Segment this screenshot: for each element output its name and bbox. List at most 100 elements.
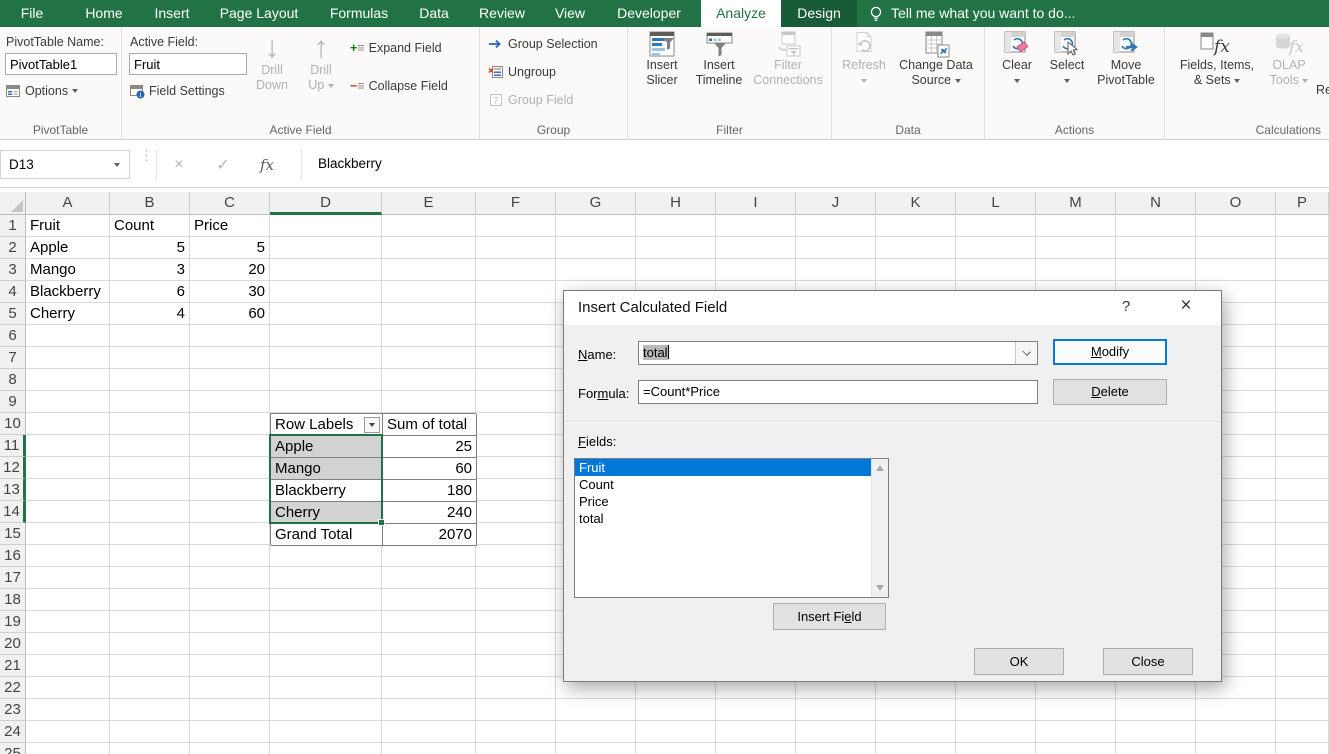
formula-bar-content[interactable]: Blackberry: [318, 141, 382, 188]
tab-home[interactable]: Home: [72, 0, 136, 27]
pivot-row-value-5[interactable]: 2070: [383, 524, 477, 546]
column-header-P[interactable]: P: [1276, 192, 1329, 215]
cell-A1[interactable]: Fruit: [26, 215, 110, 237]
pivottable-name-input[interactable]: [5, 53, 117, 75]
cell-C3[interactable]: 20: [190, 259, 270, 281]
column-header-K[interactable]: K: [876, 192, 956, 215]
row-header-18[interactable]: 18: [0, 589, 26, 611]
cell-B3[interactable]: 3: [110, 259, 190, 281]
scroll-down-icon[interactable]: [876, 585, 884, 591]
fields-items-sets-button[interactable]: fx Fields, Items,& Sets: [1173, 31, 1261, 88]
list-item-fruit[interactable]: Fruit: [575, 459, 871, 476]
cell-C2[interactable]: 5: [190, 237, 270, 259]
column-header-J[interactable]: J: [796, 192, 876, 215]
cell-B1[interactable]: Count: [110, 215, 190, 237]
column-header-E[interactable]: E: [382, 192, 476, 215]
tab-formulas[interactable]: Formulas: [316, 0, 402, 27]
row-labels-filter-button[interactable]: [364, 417, 380, 433]
column-header-C[interactable]: C: [190, 192, 270, 215]
name-combo-dropdown[interactable]: [1015, 342, 1037, 364]
row-header-19[interactable]: 19: [0, 611, 26, 633]
row-header-25[interactable]: 25: [0, 743, 26, 754]
help-icon[interactable]: ?: [1111, 291, 1141, 323]
expand-field-button[interactable]: +≡ Expand Field: [350, 41, 442, 55]
close-icon[interactable]: ×: [1171, 291, 1201, 321]
cell-C1[interactable]: Price: [190, 215, 270, 237]
formula-bar-resizer[interactable]: ⋮: [139, 151, 154, 160]
pivot-row-label-4[interactable]: Cherry: [271, 502, 383, 524]
insert-timeline-button[interactable]: InsertTimeline: [690, 31, 748, 88]
cell-B2[interactable]: 5: [110, 237, 190, 259]
drill-down-button[interactable]: ↓ DrillDown: [250, 33, 294, 93]
select-all-corner[interactable]: [0, 192, 26, 215]
name-combo[interactable]: total: [638, 341, 1038, 365]
pivot-row-value-1[interactable]: 25: [383, 436, 477, 458]
pivot-row-label-1[interactable]: Apple: [271, 436, 383, 458]
pivot-row-value-3[interactable]: 180: [383, 480, 477, 502]
ok-button[interactable]: OK: [974, 648, 1064, 675]
insert-field-button[interactable]: Insert Field: [773, 603, 886, 630]
pivot-row-value-2[interactable]: 60: [383, 458, 477, 480]
row-header-21[interactable]: 21: [0, 655, 26, 677]
row-header-10[interactable]: 10: [0, 413, 26, 435]
row-header-23[interactable]: 23: [0, 699, 26, 721]
change-data-source-button[interactable]: Change DataSource: [890, 31, 982, 88]
pivot-row-value-4[interactable]: 240: [383, 502, 477, 524]
row-header-14[interactable]: 14: [0, 501, 26, 523]
pivot-header-sum-of-total[interactable]: Sum of total: [383, 414, 477, 436]
pivot-row-label-2[interactable]: Mango: [271, 458, 383, 480]
tab-page-layout[interactable]: Page Layout: [208, 0, 310, 27]
row-header-3[interactable]: 3: [0, 259, 26, 281]
column-header-I[interactable]: I: [716, 192, 796, 215]
list-item-count[interactable]: Count: [575, 476, 871, 493]
cell-B4[interactable]: 6: [110, 281, 190, 303]
cell-A5[interactable]: Cherry: [26, 303, 110, 325]
column-header-O[interactable]: O: [1196, 192, 1276, 215]
row-header-12[interactable]: 12: [0, 457, 26, 479]
name-box[interactable]: D13: [0, 150, 130, 179]
insert-function-icon[interactable]: fx: [245, 156, 289, 174]
row-header-15[interactable]: 15: [0, 523, 26, 545]
tab-design[interactable]: Design: [781, 0, 857, 27]
filter-connections-button[interactable]: FilterConnections: [748, 31, 828, 88]
cell-A2[interactable]: Apple: [26, 237, 110, 259]
tab-analyze[interactable]: Analyze: [701, 0, 781, 27]
row-header-8[interactable]: 8: [0, 369, 26, 391]
active-field-input[interactable]: [129, 53, 247, 75]
options-button[interactable]: Options: [5, 83, 78, 99]
dialog-title-bar[interactable]: Insert Calculated Field ? ×: [564, 291, 1221, 325]
column-header-D[interactable]: D: [270, 192, 382, 215]
clear-button[interactable]: Clear: [993, 31, 1041, 88]
cancel-icon[interactable]: ×: [157, 156, 201, 174]
formula-input[interactable]: =Count*Price: [638, 380, 1038, 404]
row-header-2[interactable]: 2: [0, 237, 26, 259]
pivot-header-row-labels[interactable]: Row Labels: [271, 414, 383, 436]
row-header-13[interactable]: 13: [0, 479, 26, 501]
cell-A4[interactable]: Blackberry: [26, 281, 110, 303]
column-header-M[interactable]: M: [1036, 192, 1116, 215]
column-header-N[interactable]: N: [1116, 192, 1196, 215]
cell-B5[interactable]: 4: [110, 303, 190, 325]
pivot-row-label-5[interactable]: Grand Total: [271, 524, 383, 546]
ungroup-button[interactable]: Ungroup: [488, 65, 556, 79]
row-header-17[interactable]: 17: [0, 567, 26, 589]
tab-file[interactable]: File: [4, 0, 60, 27]
listbox-scrollbar[interactable]: [871, 459, 888, 597]
cell-C4[interactable]: 30: [190, 281, 270, 303]
close-button[interactable]: Close: [1103, 648, 1193, 675]
tell-me-box[interactable]: Tell me what you want to do...: [868, 0, 1075, 27]
tab-data[interactable]: Data: [406, 0, 462, 27]
column-header-F[interactable]: F: [476, 192, 556, 215]
column-header-L[interactable]: L: [956, 192, 1036, 215]
tab-insert[interactable]: Insert: [142, 0, 202, 27]
list-item-price[interactable]: Price: [575, 493, 871, 510]
enter-check-icon[interactable]: ✓: [201, 155, 245, 175]
insert-slicer-button[interactable]: InsertSlicer: [636, 31, 688, 88]
row-header-5[interactable]: 5: [0, 303, 26, 325]
column-header-B[interactable]: B: [110, 192, 190, 215]
row-header-24[interactable]: 24: [0, 721, 26, 743]
fields-listbox[interactable]: Fruit Count Price total: [574, 458, 889, 598]
column-header-A[interactable]: A: [26, 192, 110, 215]
collapse-field-button[interactable]: −≡ Collapse Field: [350, 79, 448, 93]
row-header-9[interactable]: 9: [0, 391, 26, 413]
